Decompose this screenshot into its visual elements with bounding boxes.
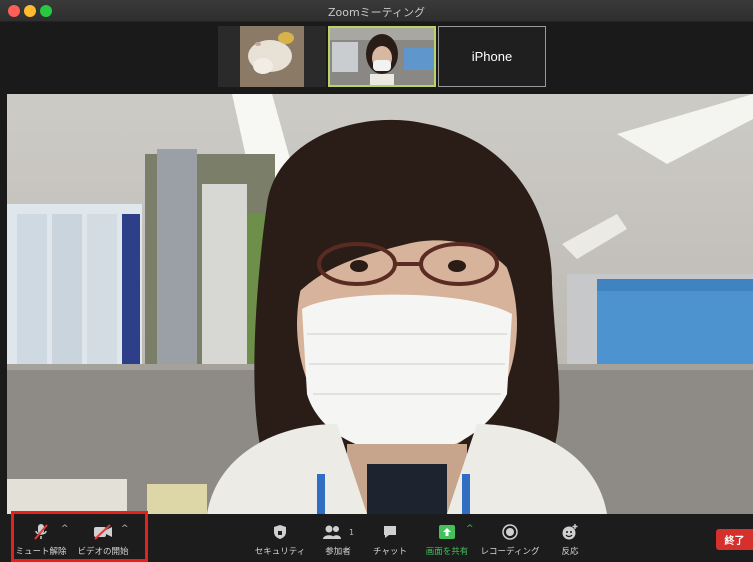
annotation-highlight-box [11, 511, 148, 562]
reactions-button[interactable]: 反応 [555, 522, 585, 557]
record-button[interactable]: レコーディング [481, 522, 539, 557]
share-options-chevron-icon[interactable]: ^ [466, 524, 474, 534]
reactions-label: 反応 [561, 547, 579, 557]
record-label: レコーディング [480, 547, 540, 557]
share-screen-label: 画面を共有 [425, 547, 469, 557]
participants-button[interactable]: 1 参加者 [318, 522, 358, 557]
chat-button[interactable]: チャット [368, 522, 412, 557]
window-title: Zoomミーティング [327, 6, 426, 19]
title-bar: Zoomミーティング [0, 0, 753, 22]
end-meeting-button[interactable]: 終了 [716, 529, 753, 550]
record-icon [502, 522, 518, 542]
participant-thumbnail-pet[interactable] [218, 26, 326, 87]
participants-count: 1 [348, 527, 355, 537]
chat-bubble-icon [382, 522, 398, 542]
share-screen-icon [438, 522, 456, 542]
emoji-add-icon [561, 522, 579, 542]
security-button[interactable]: セキュリティ [255, 522, 305, 557]
participant-name: iPhone [471, 49, 513, 64]
zoom-window: { "window": { "title": "Zoomミーティング" }, "… [0, 0, 753, 562]
participants-label: 参加者 [325, 547, 351, 557]
participant-thumbnail-iphone[interactable]: iPhone [438, 26, 546, 87]
share-screen-button[interactable]: 画面を共有 [425, 522, 469, 557]
participants-icon: 1 [322, 522, 354, 542]
shield-icon [273, 522, 287, 542]
security-label: セキュリティ [254, 547, 306, 557]
participant-strip: iPhone [0, 22, 753, 94]
main-video [7, 94, 753, 514]
participant-thumbnail-self[interactable] [328, 26, 436, 87]
chat-label: チャット [373, 547, 407, 557]
